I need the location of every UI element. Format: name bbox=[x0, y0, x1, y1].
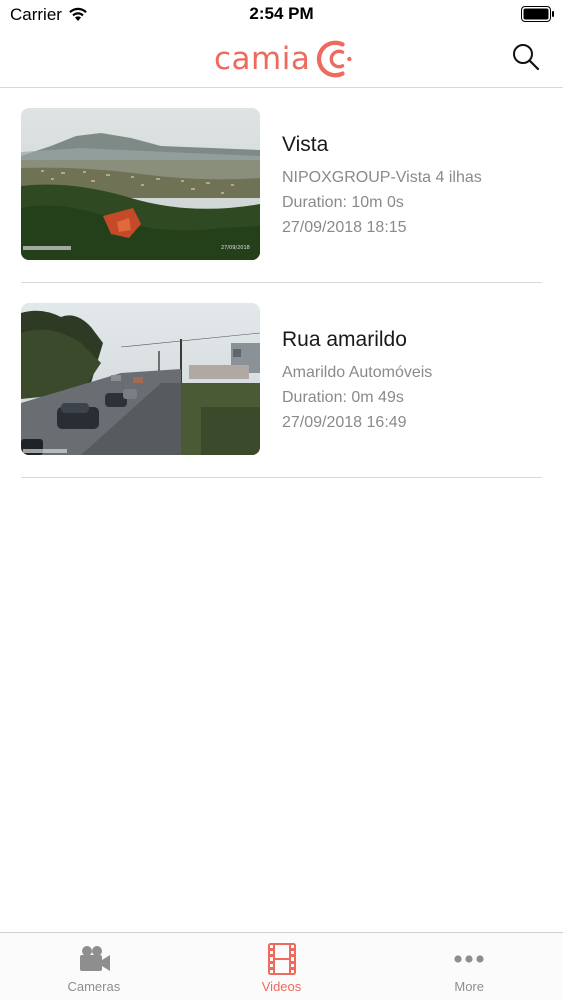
video-thumbnail[interactable]: 27/09/2018 bbox=[21, 108, 260, 260]
video-duration: Duration: 0m 49s bbox=[282, 389, 404, 406]
tab-more[interactable]: More bbox=[375, 933, 563, 1000]
tab-videos[interactable]: Videos bbox=[188, 933, 376, 1000]
video-duration: Duration: 10m 0s bbox=[282, 194, 404, 211]
video-list-item[interactable]: 27/09/2018 Vista NIPOXGROUP-Vista 4 ilha… bbox=[21, 88, 542, 283]
video-info: Rua amarildo Amarildo Automóveis Duratio… bbox=[282, 328, 432, 435]
status-time: 2:54 PM bbox=[249, 4, 314, 23]
video-title: Rua amarildo bbox=[282, 328, 407, 351]
video-list: 27/09/2018 Vista NIPOXGROUP-Vista 4 ilha… bbox=[0, 88, 563, 478]
battery-icon bbox=[521, 6, 554, 22]
logo-mark-icon bbox=[317, 40, 352, 78]
status-bar: Carrier 2:54 PM bbox=[0, 0, 563, 30]
more-icon bbox=[454, 955, 484, 963]
camia-logo: camia bbox=[214, 32, 354, 86]
tab-label: Cameras bbox=[67, 979, 121, 994]
video-date: 27/09/2018 16:49 bbox=[282, 414, 407, 431]
street-thumbnail-image bbox=[21, 303, 260, 455]
video-camera-name: Amarildo Automóveis bbox=[282, 364, 433, 381]
video-camera-icon bbox=[79, 946, 110, 971]
landscape-thumbnail-image: 27/09/2018 bbox=[21, 108, 260, 260]
video-list-item[interactable]: Rua amarildo Amarildo Automóveis Duratio… bbox=[21, 283, 542, 478]
video-thumbnail[interactable] bbox=[21, 303, 260, 455]
logo-text: camia bbox=[214, 41, 311, 77]
film-icon bbox=[267, 943, 296, 975]
video-title: Vista bbox=[282, 133, 329, 156]
tab-label: Videos bbox=[261, 979, 302, 994]
tab-label: More bbox=[454, 979, 484, 994]
video-date: 27/09/2018 18:15 bbox=[282, 219, 407, 236]
search-icon[interactable] bbox=[511, 42, 541, 72]
tab-bar: Cameras Videos More bbox=[0, 932, 563, 1000]
thumbnail-timestamp: 27/09/2018 bbox=[221, 245, 250, 251]
tab-cameras[interactable]: Cameras bbox=[0, 933, 188, 1000]
nav-bar: camia bbox=[0, 30, 563, 88]
video-info: Vista NIPOXGROUP-Vista 4 ilhas Duration:… bbox=[282, 133, 482, 240]
video-camera-name: NIPOXGROUP-Vista 4 ilhas bbox=[282, 169, 482, 186]
